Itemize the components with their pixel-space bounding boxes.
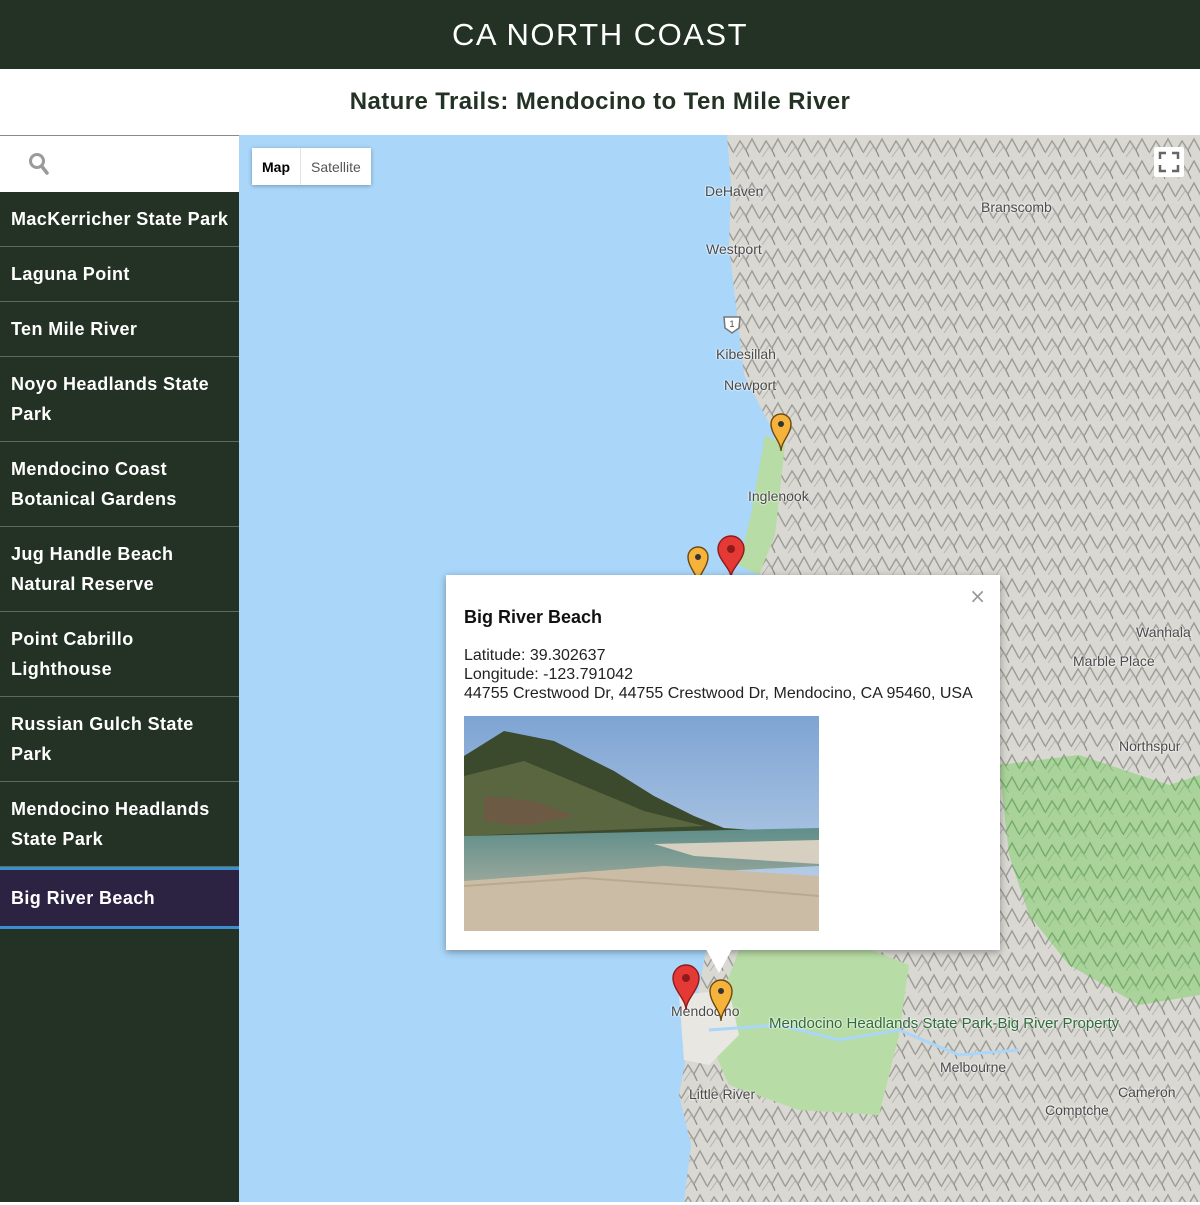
map-label-comptche: Comptche — [1045, 1102, 1109, 1118]
app-header: CA NORTH COAST — [0, 0, 1200, 69]
map-marker-ten-mile-river[interactable] — [769, 412, 793, 452]
app-title: CA NORTH COAST — [451, 16, 749, 52]
fullscreen-icon[interactable] — [1154, 147, 1184, 177]
trail-item-point-cabrillo[interactable]: Point Cabrillo Lighthouse — [0, 612, 239, 697]
trail-item-label: Mendocino Headlands State Park — [11, 799, 210, 849]
info-window-longitude: Longitude: -123.791042 — [464, 666, 634, 683]
close-icon[interactable]: × — [969, 584, 986, 608]
map-label-little-river: Little River — [689, 1086, 756, 1102]
beach-photo — [464, 716, 819, 931]
map-label-inglenook: Inglenook — [748, 488, 809, 504]
map-label-branscomb: Branscomb — [981, 199, 1052, 215]
map-type-map-button[interactable]: Map — [252, 148, 301, 185]
trail-item-label: Ten Mile River — [11, 319, 138, 339]
map-label-marble-place: Marble Place — [1073, 653, 1155, 669]
map-label-wanhala: Wanhala — [1136, 624, 1191, 640]
sidebar: MacKerricher State Park Laguna Point Ten… — [0, 135, 239, 1202]
page-title: Nature Trails: Mendocino to Ten Mile Riv… — [349, 88, 851, 115]
info-window-title: Big River Beach — [464, 607, 603, 627]
map-marker-mendocino-headlands[interactable] — [671, 963, 701, 1011]
map-label-dehaven: DeHaven — [705, 183, 764, 199]
page-subheader: Nature Trails: Mendocino to Ten Mile Riv… — [0, 69, 1200, 135]
trail-item-ten-mile-river[interactable]: Ten Mile River — [0, 302, 239, 357]
info-window: × Big River Beach Latitude: 39.302637 Lo… — [446, 575, 1000, 950]
map-type-control: Map Satellite — [252, 148, 371, 185]
search-icon — [29, 153, 49, 175]
trail-item-label: Russian Gulch State Park — [11, 714, 194, 764]
info-window-address: 44755 Crestwood Dr, 44755 Crestwood Dr, … — [464, 685, 973, 702]
map-marker-mackerricher[interactable] — [716, 535, 746, 579]
route-shield-icon: 1 — [723, 316, 741, 334]
map-label-kibesillah: Kibesillah — [716, 346, 776, 362]
trail-item-label: MacKerricher State Park — [11, 209, 229, 229]
map-label-cameron: Cameron — [1118, 1084, 1176, 1100]
trail-item-label: Point Cabrillo Lighthouse — [11, 629, 134, 679]
trail-item-botanical-gardens[interactable]: Mendocino Coast Botanical Gardens — [0, 442, 239, 527]
trail-item-jug-handle[interactable]: Jug Handle Beach Natural Reserve — [0, 527, 239, 612]
map-type-satellite-button[interactable]: Satellite — [301, 148, 371, 185]
trail-item-mendocino-headlands[interactable]: Mendocino Headlands State Park — [0, 782, 239, 867]
trail-item-laguna-point[interactable]: Laguna Point — [0, 247, 239, 302]
trail-item-label: Mendocino Coast Botanical Gardens — [11, 459, 177, 509]
map-label-newport: Newport — [724, 377, 777, 393]
trail-item-label: Laguna Point — [11, 264, 130, 284]
info-window-pointer — [706, 949, 732, 973]
map-label-headlands-park: Mendocino Headlands State Park-Big River… — [769, 1016, 1119, 1032]
map-marker-big-river-beach[interactable] — [708, 978, 734, 1022]
map-label-northspur: Northspur — [1119, 738, 1181, 754]
info-window-latitude: Latitude: 39.302637 — [464, 647, 606, 664]
trail-item-label: Jug Handle Beach Natural Reserve — [11, 544, 174, 594]
trail-list: MacKerricher State Park Laguna Point Ten… — [0, 192, 239, 929]
trail-item-label: Noyo Headlands State Park — [11, 374, 210, 424]
map-label-melbourne: Melbourne — [940, 1059, 1007, 1075]
trail-item-mackerricher[interactable]: MacKerricher State Park — [0, 192, 239, 247]
trail-item-noyo-headlands[interactable]: Noyo Headlands State Park — [0, 357, 239, 442]
trail-item-big-river-beach[interactable]: Big River Beach — [0, 867, 239, 929]
trail-item-russian-gulch[interactable]: Russian Gulch State Park — [0, 697, 239, 782]
route-shield-number: 1 — [729, 319, 734, 329]
trail-item-label: Big River Beach — [11, 888, 156, 908]
search-input[interactable] — [56, 144, 226, 184]
search-box[interactable] — [0, 135, 239, 192]
map-label-westport: Westport — [706, 241, 762, 257]
